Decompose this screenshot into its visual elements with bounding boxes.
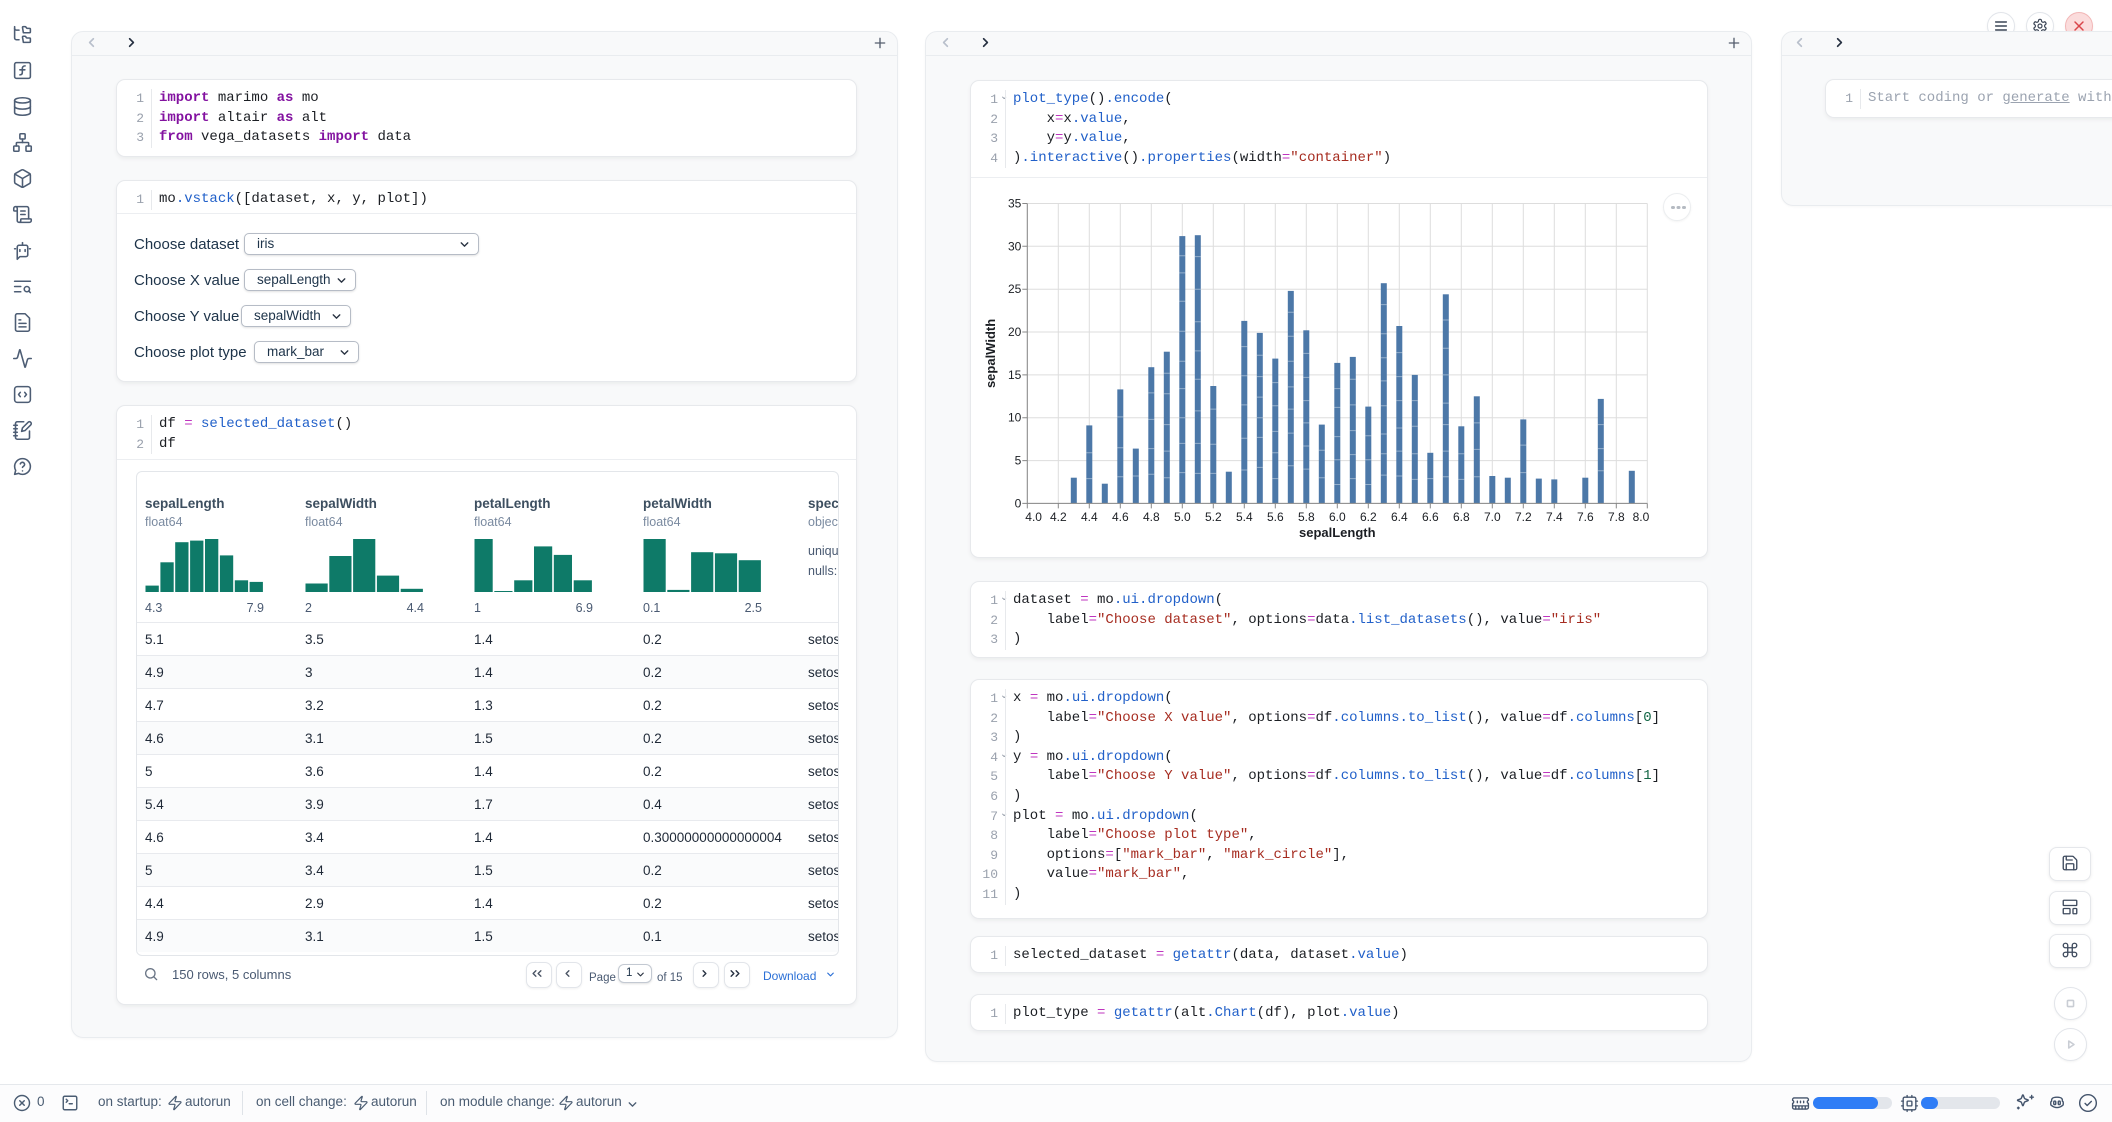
svg-text:35: 35 xyxy=(1008,197,1022,211)
svg-text:5.0: 5.0 xyxy=(1174,510,1191,524)
svg-text:7.0: 7.0 xyxy=(1484,510,1501,524)
svg-text:4.4: 4.4 xyxy=(1081,510,1098,524)
svg-text:10: 10 xyxy=(1008,411,1022,425)
svg-text:4.2: 4.2 xyxy=(1050,510,1067,524)
svg-text:5.6: 5.6 xyxy=(1267,510,1284,524)
svg-text:7.2: 7.2 xyxy=(1515,510,1532,524)
svg-text:6.2: 6.2 xyxy=(1360,510,1377,524)
svg-text:4.6: 4.6 xyxy=(1112,510,1129,524)
svg-text:7.6: 7.6 xyxy=(1577,510,1594,524)
svg-text:5.2: 5.2 xyxy=(1205,510,1222,524)
svg-text:7.4: 7.4 xyxy=(1546,510,1563,524)
svg-text:30: 30 xyxy=(1008,239,1022,253)
svg-text:6.4: 6.4 xyxy=(1391,510,1408,524)
svg-text:7.8: 7.8 xyxy=(1608,510,1625,524)
svg-text:6.8: 6.8 xyxy=(1453,510,1470,524)
svg-text:4.0: 4.0 xyxy=(1025,510,1042,524)
svg-text:sepalWidth: sepalWidth xyxy=(984,319,998,388)
svg-text:5.4: 5.4 xyxy=(1236,510,1253,524)
svg-text:8.0: 8.0 xyxy=(1633,510,1650,524)
svg-text:4.8: 4.8 xyxy=(1143,510,1160,524)
svg-text:5.8: 5.8 xyxy=(1298,510,1315,524)
svg-text:20: 20 xyxy=(1008,325,1022,339)
svg-text:6.0: 6.0 xyxy=(1329,510,1346,524)
svg-text:0: 0 xyxy=(1015,496,1022,510)
svg-text:5: 5 xyxy=(1015,454,1022,468)
svg-text:sepalLength: sepalLength xyxy=(1299,525,1376,540)
svg-text:25: 25 xyxy=(1008,282,1022,296)
svg-text:6.6: 6.6 xyxy=(1422,510,1439,524)
svg-text:15: 15 xyxy=(1008,368,1022,382)
